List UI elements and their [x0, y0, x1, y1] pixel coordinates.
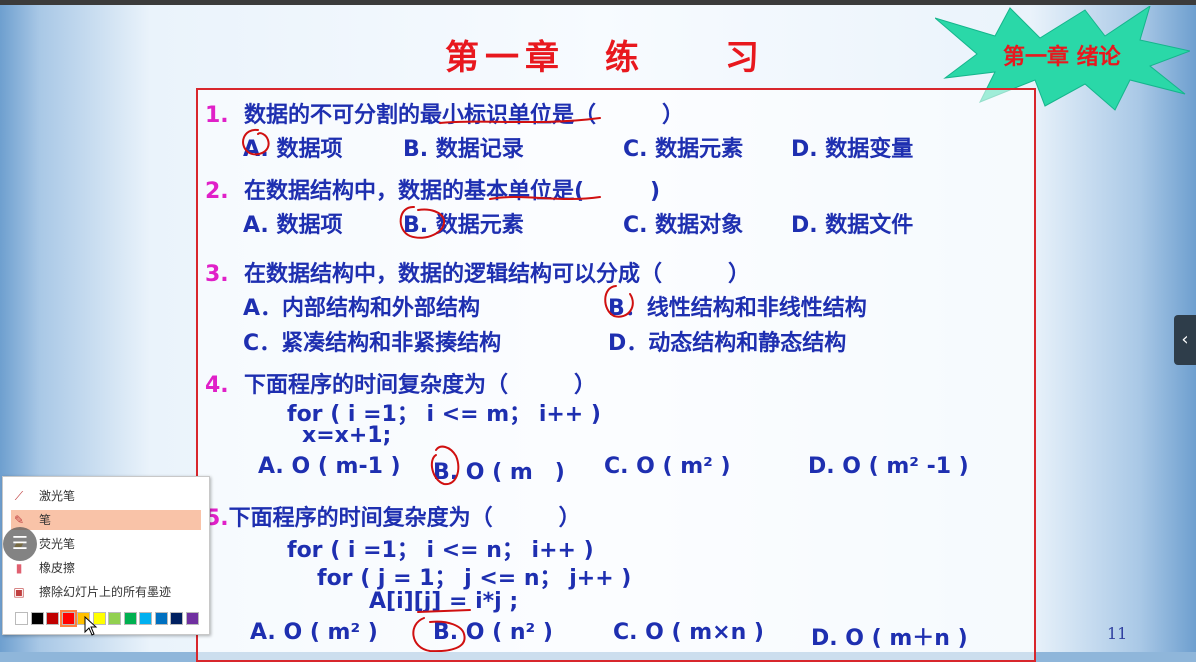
option-4c: C. O ( m² ): [604, 454, 731, 479]
option-2d: D. 数据文件: [791, 213, 914, 238]
menu-item-label: 激光笔: [39, 489, 76, 503]
menu-item-label: 擦除幻灯片上的所有墨迹: [39, 585, 172, 599]
question-5: 5.下面程序的时间复杂度为（ ）: [205, 500, 581, 532]
question-number: 2.: [205, 179, 229, 204]
option-3c: C．紧凑结构和非紧揍结构: [243, 331, 502, 356]
menu-item-pen[interactable]: ✎ 笔: [11, 510, 201, 530]
chapter-badge: 第一章 绪论: [1003, 45, 1121, 70]
pointer-options-menu: ⟋ 激光笔 ✎笔 ▰荧光笔 ▮ 橡皮擦 ▣ 擦除幻灯片上的所有墨迹: [2, 476, 210, 635]
mouse-cursor-icon: [84, 616, 98, 636]
color-swatch[interactable]: [30, 612, 44, 625]
question-number: 3.: [205, 262, 229, 287]
option-2b: B. 数据元素: [403, 213, 524, 238]
option-1b: B. 数据记录: [403, 137, 524, 162]
color-swatch[interactable]: [185, 612, 199, 625]
code-line: for ( j = 1； j <= n； j++ ): [317, 566, 632, 591]
question-text: 下面程序的时间复杂度为（ ）: [244, 373, 597, 398]
color-swatch[interactable]: [108, 612, 121, 625]
option-3a: A．内部结构和外部结构: [243, 296, 481, 321]
code-line: x=x+1;: [302, 423, 392, 448]
question-3: 3. 在数据结构中，数据的逻辑结构可以分成（ ）: [205, 256, 750, 288]
menu-item-highlighter[interactable]: ▰荧光笔: [11, 534, 201, 554]
menu-item-label: 橡皮擦: [39, 561, 76, 575]
eraser-icon: ▮: [15, 561, 23, 575]
question-text: 数据的不可分割的最小标识单位是（ ）: [244, 103, 685, 128]
option-4a: A. O ( m-1 ): [258, 454, 401, 479]
question-text: 在数据结构中，数据的基本单位是( ): [244, 179, 661, 204]
color-swatch[interactable]: [46, 612, 59, 625]
option-2a: A. 数据项: [243, 213, 343, 238]
option-4d: D. O ( m² -1 ): [808, 454, 969, 479]
question-1: 1. 数据的不可分割的最小标识单位是（ ）: [205, 97, 684, 129]
menu-lines-icon: ☰: [11, 533, 29, 554]
option-5a: A. O ( m² ): [250, 620, 378, 645]
option-3d: D．动态结构和静态结构: [608, 331, 847, 356]
option-5d: D. O ( m＋n ): [811, 626, 968, 651]
question-text: 下面程序的时间复杂度为（ ）: [228, 506, 581, 531]
option-2c: C. 数据对象: [623, 213, 744, 238]
question-text: 在数据结构中，数据的逻辑结构可以分成（ ）: [244, 262, 751, 287]
laser-pointer-icon: ⟋: [14, 489, 24, 503]
menu-item-laser-pointer[interactable]: ⟋ 激光笔: [11, 486, 201, 506]
color-swatch[interactable]: [170, 612, 183, 625]
menu-item-label: 笔: [39, 513, 52, 527]
option-5b: B. O ( n² ): [433, 620, 553, 645]
menu-item-eraser[interactable]: ▮ 橡皮擦: [11, 558, 201, 578]
question-number: 4.: [205, 373, 229, 398]
option-3b: B．线性结构和非线性结构: [608, 296, 867, 321]
side-panel-toggle[interactable]: ‹: [1174, 315, 1196, 365]
slide-title: 第一章 练 习: [445, 38, 765, 78]
option-1c: C. 数据元素: [623, 137, 744, 162]
slideshow-menu-button[interactable]: ☰: [3, 527, 37, 561]
option-1a: A. 数据项: [243, 137, 343, 162]
option-5c: C. O ( m×n ): [613, 620, 764, 645]
option-4b: B. O ( m ): [433, 460, 565, 485]
color-swatch[interactable]: [15, 612, 28, 625]
color-swatch[interactable]: [59, 610, 77, 627]
page-number: 11: [1107, 624, 1128, 643]
chevron-left-icon: ‹: [1181, 329, 1189, 350]
question-2: 2. 在数据结构中，数据的基本单位是( ): [205, 173, 660, 205]
code-line: A[i][j] = i*j ;: [369, 589, 519, 614]
erase-all-icon: ▣: [13, 585, 25, 599]
menu-item-label: 荧光笔: [39, 537, 76, 551]
question-4: 4. 下面程序的时间复杂度为（ ）: [205, 367, 596, 399]
option-1d: D. 数据变量: [791, 137, 914, 162]
color-swatch[interactable]: [154, 612, 168, 625]
color-swatch[interactable]: [123, 612, 137, 625]
question-number: 1.: [205, 103, 229, 128]
menu-item-erase-all-ink[interactable]: ▣ 擦除幻灯片上的所有墨迹: [11, 582, 201, 602]
color-swatch[interactable]: [139, 612, 152, 625]
